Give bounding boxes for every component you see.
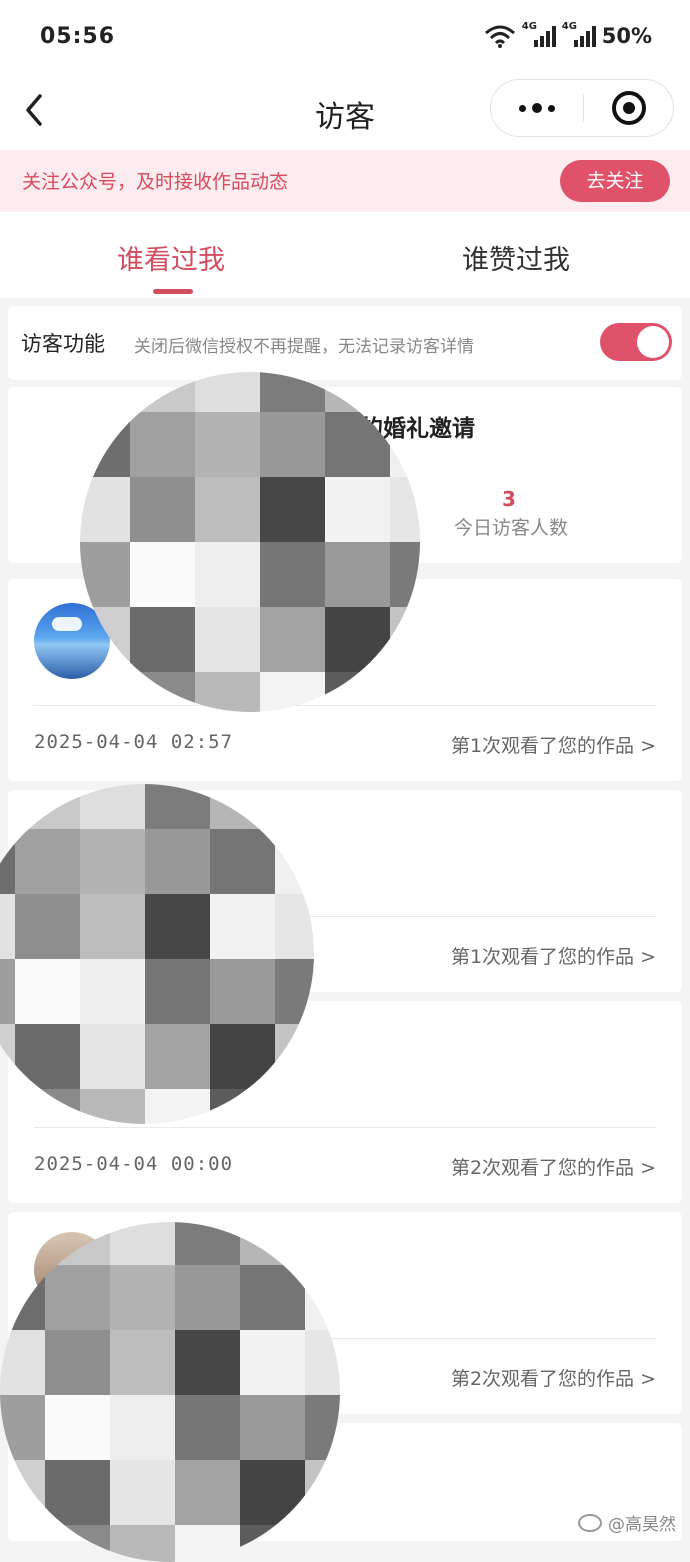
mini-program-capsule [490,79,674,137]
card-divider [34,1338,656,1339]
visit-time: 2025-04-04 00:00 [34,1153,234,1175]
weibo-icon [578,1513,602,1532]
status-time: 05:56 [40,24,116,49]
cell-signal-icon: 4G [562,21,596,47]
watermark-text: @高昊然 [608,1515,676,1535]
view-count-link[interactable]: 第1次观看了您的作品 > [451,731,656,758]
wifi-icon [484,25,515,48]
today-visitor-count: 3 [502,487,516,511]
visitor-card[interactable]: 2025-04-04 00:00 第2次观看了您的作品 > [8,1001,682,1203]
view-count-link[interactable]: 第2次观看了您的作品 > [451,1153,656,1180]
status-bar: 05:56 4G 4G 50% [0,0,690,78]
work-summary-card[interactable]: 的婚礼邀请 3 今日访客人数 [8,387,682,563]
visitor-card[interactable]: 2025-04-04 02:57 第1次观看了您的作品 > [8,579,682,781]
network-type-2: 4G [561,21,577,32]
tab-bar: 谁看过我 谁赞过我 [0,212,690,298]
navigation-bar: 访客 [0,78,690,150]
card-divider [34,916,656,917]
battery-level: 50% [601,24,652,48]
active-tab-indicator [153,289,193,294]
today-visitor-label: 今日访客人数 [454,517,569,539]
visitor-card[interactable]: 第2次观看了您的作品 > [8,1212,682,1414]
visitor-card[interactable]: 第1次观看了您的作品 > [8,790,682,992]
more-button[interactable] [491,80,583,136]
back-button[interactable] [22,92,62,132]
chevron-left-icon [26,94,42,126]
card-divider [34,705,656,706]
visitor-feature-row: 访客功能 关闭后微信授权不再提醒，无法记录访客详情 [8,306,682,380]
visitor-feature-toggle[interactable] [600,323,672,361]
close-button[interactable] [612,91,646,125]
capsule-divider [583,94,584,122]
tab-who-liked-me[interactable]: 谁赞过我 [462,238,570,277]
weibo-watermark: @高昊然 [578,1510,676,1535]
status-indicators: 4G 4G 50% [484,21,652,48]
network-type-1: 4G [521,21,537,32]
cell-signal-icon: 4G [522,21,556,47]
work-title: 的婚礼邀请 [360,416,475,442]
view-count-link[interactable]: 第1次观看了您的作品 > [451,942,656,969]
visitor-feature-label: 访客功能 [21,332,105,356]
banner-text: 关注公众号，及时接收作品动态 [22,171,289,193]
tab-who-viewed-me[interactable]: 谁看过我 [117,238,225,277]
more-dots-icon [519,104,526,112]
follow-button[interactable]: 去关注 [560,160,670,202]
visit-time: 2025-04-04 02:57 [34,731,234,753]
visitor-avatar [34,603,110,679]
card-divider [34,1127,656,1128]
visitor-feature-description: 关闭后微信授权不再提醒，无法记录访客详情 [134,337,474,357]
view-count-link[interactable]: 第2次观看了您的作品 > [451,1364,656,1391]
visitor-avatar [34,1232,110,1308]
follow-banner: 关注公众号，及时接收作品动态 去关注 [0,150,690,212]
target-close-icon [623,102,635,114]
toggle-knob [637,326,669,358]
